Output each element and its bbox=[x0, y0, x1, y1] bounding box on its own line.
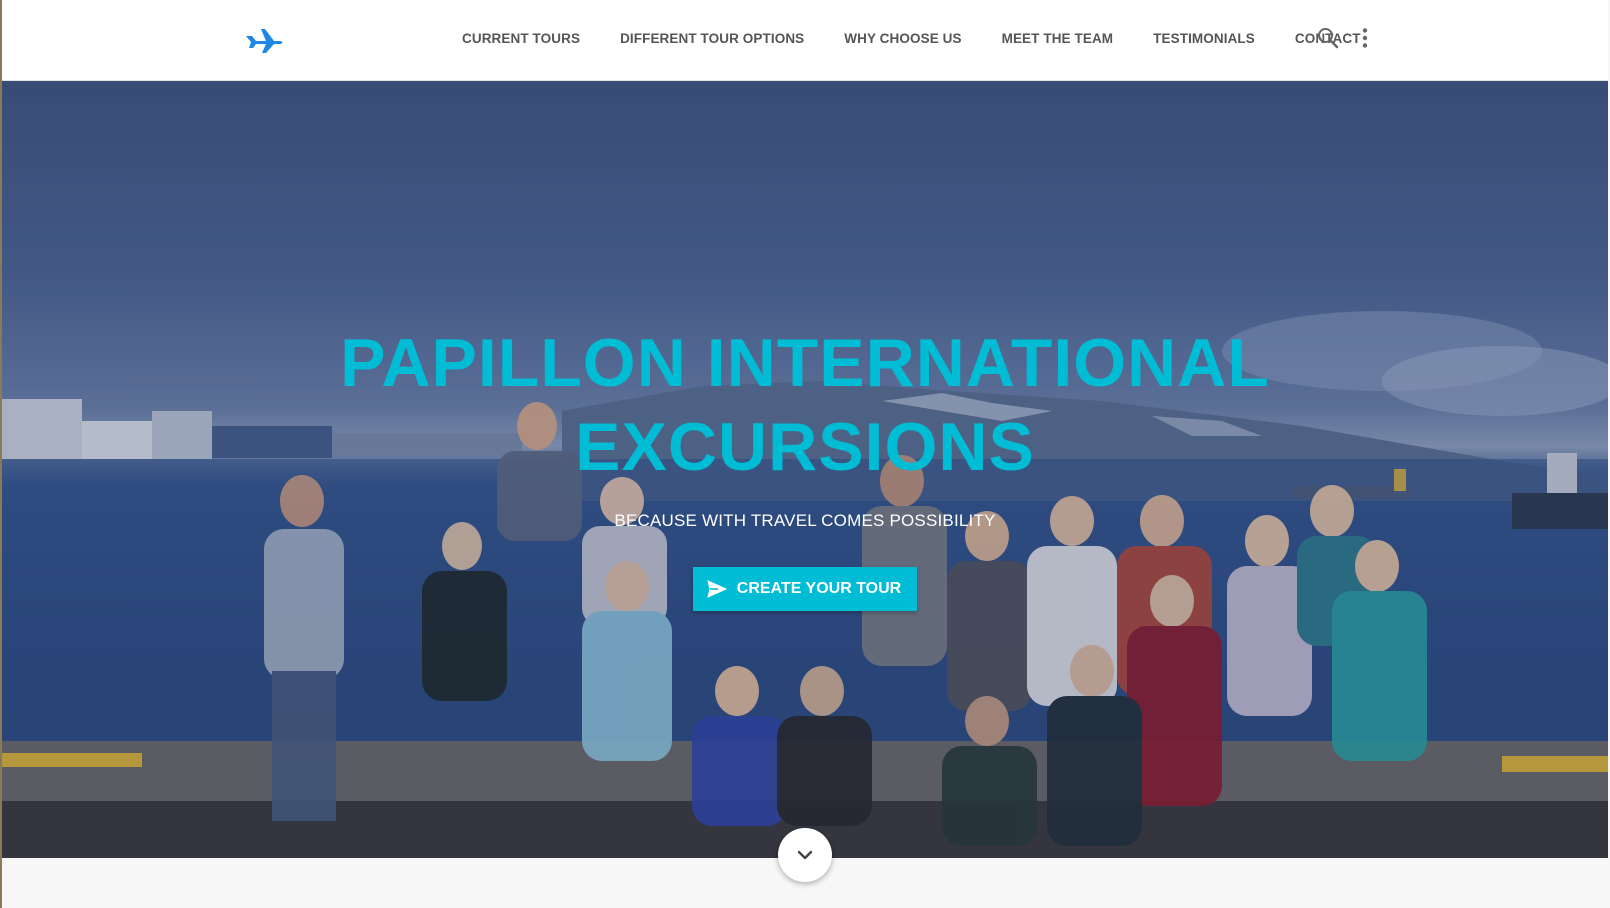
airplane-icon[interactable] bbox=[244, 26, 284, 54]
search-icon[interactable] bbox=[1316, 26, 1340, 50]
create-your-tour-label: CREATE YOUR TOUR bbox=[736, 580, 902, 597]
nav-link-different-tour-options[interactable]: DIFFERENT TOUR OPTIONS bbox=[620, 31, 804, 46]
window-edge bbox=[0, 0, 2, 908]
hero-title: PAPILLON INTERNATIONAL EXCURSIONS bbox=[340, 325, 1270, 485]
send-icon bbox=[707, 580, 727, 598]
nav-link-why-choose-us[interactable]: WHY CHOOSE US bbox=[844, 31, 961, 46]
hero-section: PAPILLON INTERNATIONAL EXCURSIONS BECAUS… bbox=[2, 81, 1608, 858]
hero-subtitle: BECAUSE WITH TRAVEL COMES POSSIBILITY bbox=[614, 511, 996, 530]
top-navbar: CURRENT TOURS DIFFERENT TOUR OPTIONS WHY… bbox=[2, 0, 1608, 81]
hero-content: PAPILLON INTERNATIONAL EXCURSIONS BECAUS… bbox=[2, 321, 1608, 611]
more-vert-icon[interactable] bbox=[1353, 26, 1377, 50]
nav-link-current-tours[interactable]: CURRENT TOURS bbox=[462, 31, 580, 46]
main-nav: CURRENT TOURS DIFFERENT TOUR OPTIONS WHY… bbox=[442, 0, 1381, 76]
scroll-down-button[interactable] bbox=[778, 828, 832, 882]
nav-link-meet-the-team[interactable]: MEET THE TEAM bbox=[1002, 31, 1114, 46]
create-your-tour-button[interactable]: CREATE YOUR TOUR bbox=[692, 567, 918, 611]
nav-link-testimonials[interactable]: TESTIMONIALS bbox=[1153, 31, 1255, 46]
page: CURRENT TOURS DIFFERENT TOUR OPTIONS WHY… bbox=[0, 0, 1610, 908]
chevron-down-icon bbox=[797, 850, 813, 860]
